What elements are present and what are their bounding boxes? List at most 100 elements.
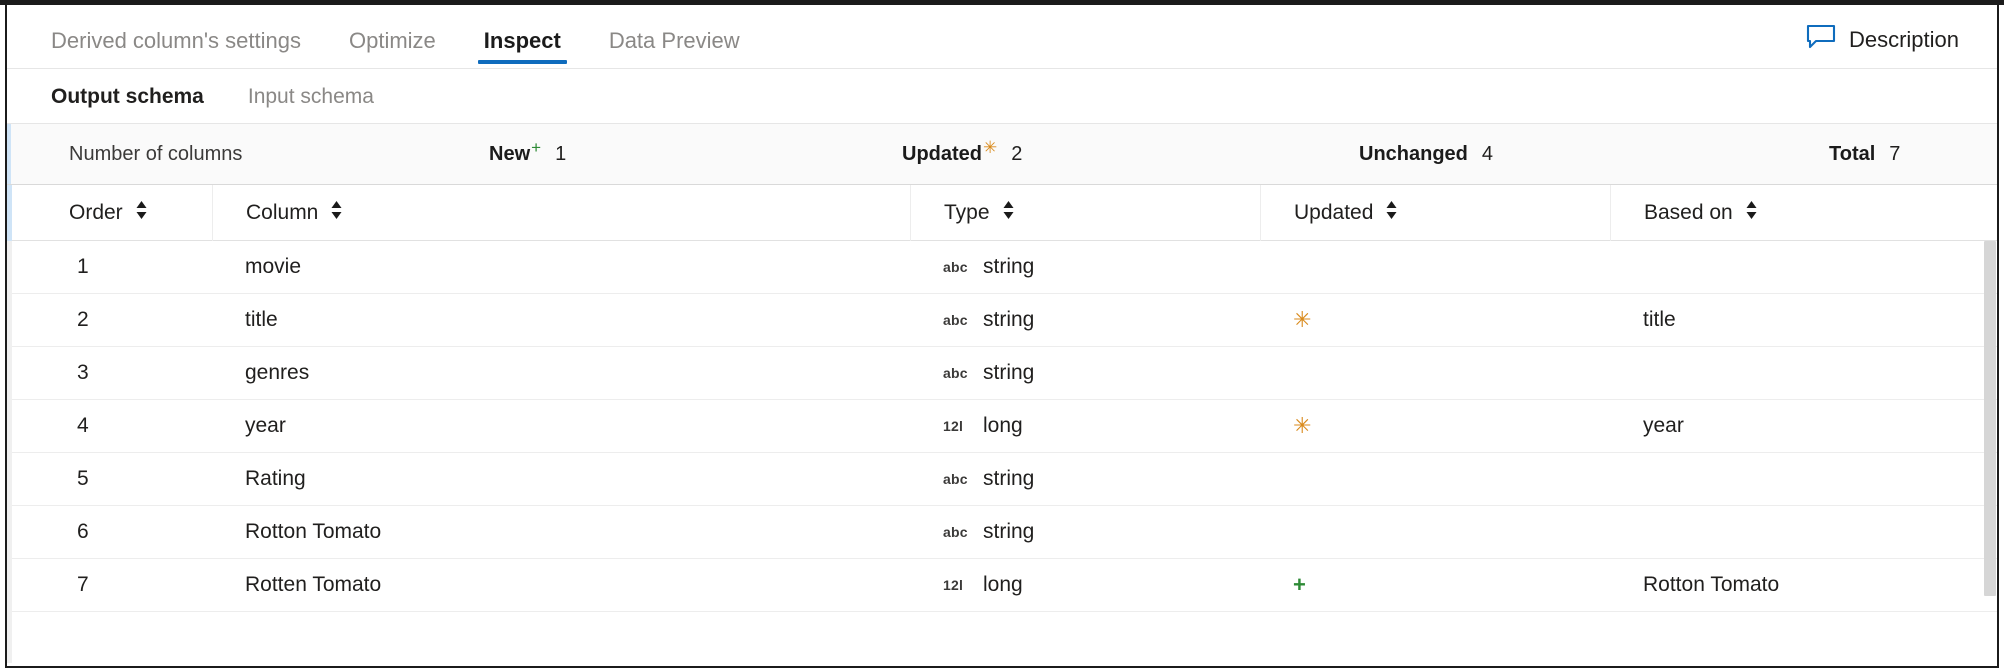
inspect-panel-screen: Derived column's settings Optimize Inspe… (0, 0, 2004, 671)
table-scrollbar-thumb[interactable] (1984, 241, 1996, 596)
table-scrollbar-track[interactable] (1983, 185, 1997, 663)
schema-tab-output[interactable]: Output schema (51, 86, 204, 107)
cell-updated (1260, 241, 1610, 293)
column-header-column[interactable]: Column (212, 185, 910, 241)
tab-bar: Derived column's settings Optimize Inspe… (7, 5, 1997, 69)
summary-new-label: New (489, 143, 530, 166)
speech-bubble-icon (1806, 24, 1836, 55)
cell-order: 2 (7, 294, 212, 346)
description-label: Description (1849, 29, 1959, 51)
cell-updated (1260, 453, 1610, 505)
new-marker-icon: + (1293, 574, 1306, 596)
cell-order: 3 (7, 347, 212, 399)
summary-title-label: Number of columns (69, 143, 242, 166)
cell-order: 1 (7, 241, 212, 293)
table-row[interactable]: 1 movie abc string (7, 241, 1997, 294)
summary-title: Number of columns (69, 124, 242, 185)
tab-inspect[interactable]: Inspect (484, 30, 561, 68)
cell-updated: ✳ (1260, 400, 1610, 452)
schema-tab-bar: Output schema Input schema (7, 69, 1997, 124)
table-row[interactable]: 2 title abc string ✳ title (7, 294, 1997, 347)
cell-order: 6 (7, 506, 212, 558)
table-left-accent (7, 185, 12, 241)
table-row[interactable]: 3 genres abc string (7, 347, 1997, 400)
tab-label: Inspect (484, 28, 561, 53)
tab-derived-column-settings[interactable]: Derived column's settings (51, 30, 301, 68)
cell-column: movie (212, 241, 910, 293)
table-row[interactable]: 6 Rotton Tomato abc string (7, 506, 1997, 559)
cell-type-label: string (983, 520, 1034, 544)
schema-tab-input[interactable]: Input schema (248, 86, 374, 107)
cell-order: 5 (7, 453, 212, 505)
table-left-rail (7, 241, 12, 663)
column-header-order[interactable]: Order (7, 185, 212, 241)
column-header-label: Based on (1644, 202, 1733, 223)
cell-based-on (1610, 506, 1950, 558)
summary-item-unchanged: Unchanged 4 (1359, 124, 1493, 185)
cell-type: abc string (910, 453, 1260, 505)
sort-arrows-icon (1745, 199, 1758, 227)
table-row[interactable]: 7 Rotten Tomato 12l long + Rotton Tomato (7, 559, 1997, 612)
cell-type-label: string (983, 467, 1034, 491)
cell-type-label: long (983, 573, 1023, 597)
cell-updated: ✳ (1260, 294, 1610, 346)
cell-based-on (1610, 241, 1950, 293)
sort-arrows-icon (330, 199, 343, 227)
summary-left-accent (7, 124, 11, 184)
cell-based-on: title (1610, 294, 1950, 346)
sort-arrows-icon (1002, 199, 1015, 227)
column-header-label: Updated (1294, 202, 1373, 223)
cell-updated: + (1260, 559, 1610, 611)
column-header-type[interactable]: Type (910, 185, 1260, 241)
cell-type: abc string (910, 506, 1260, 558)
type-badge-icon: abc (943, 524, 969, 540)
cell-updated (1260, 347, 1610, 399)
cell-based-on: year (1610, 400, 1950, 452)
cell-column: year (212, 400, 910, 452)
cell-order: 4 (7, 400, 212, 452)
sort-arrows-icon (135, 199, 148, 227)
summary-unchanged-label: Unchanged (1359, 143, 1468, 166)
summary-unchanged-value: 4 (1482, 143, 1493, 166)
cell-column: Rotton Tomato (212, 506, 910, 558)
summary-total-value: 7 (1889, 143, 1900, 166)
cell-based-on (1610, 347, 1950, 399)
summary-item-new: New+ 1 (489, 124, 566, 185)
table-body: 1 movie abc string 2 title abc (7, 241, 1997, 612)
cell-updated (1260, 506, 1610, 558)
column-header-label: Type (944, 202, 990, 223)
sort-arrows-icon (1385, 199, 1398, 227)
cell-type-label: string (983, 361, 1034, 385)
cell-type: abc string (910, 241, 1260, 293)
tab-data-preview[interactable]: Data Preview (609, 30, 740, 68)
type-badge-icon: abc (943, 312, 969, 328)
table-row[interactable]: 5 Rating abc string (7, 453, 1997, 506)
type-badge-icon: abc (943, 471, 969, 487)
cell-column: Rotten Tomato (212, 559, 910, 611)
description-button[interactable]: Description (1806, 24, 1959, 55)
cell-type: 12l long (910, 400, 1260, 452)
cell-column: title (212, 294, 910, 346)
tab-label: Data Preview (609, 28, 740, 53)
cell-column: genres (212, 347, 910, 399)
column-header-based-on[interactable]: Based on (1610, 185, 1950, 241)
cell-based-on (1610, 453, 1950, 505)
tab-optimize[interactable]: Optimize (349, 30, 436, 68)
cell-order: 7 (7, 559, 212, 611)
summary-new-value: 1 (555, 143, 566, 166)
table-row[interactable]: 4 year 12l long ✳ year (7, 400, 1997, 453)
column-header-label: Column (246, 202, 318, 223)
cell-type-label: long (983, 414, 1023, 438)
summary-total-label: Total (1829, 143, 1875, 166)
summary-item-updated: Updated✳ 2 (902, 124, 1022, 185)
schema-table: Order Column (7, 185, 1997, 663)
summary-item-total: Total 7 (1829, 124, 1900, 185)
inspect-panel: Derived column's settings Optimize Inspe… (5, 5, 1999, 668)
schema-tab-label: Output schema (51, 85, 204, 108)
type-badge-icon: 12l (943, 577, 969, 593)
cell-type-label: string (983, 255, 1034, 279)
tab-label: Derived column's settings (51, 28, 301, 53)
column-header-updated[interactable]: Updated (1260, 185, 1610, 241)
cell-type: 12l long (910, 559, 1260, 611)
cell-column: Rating (212, 453, 910, 505)
